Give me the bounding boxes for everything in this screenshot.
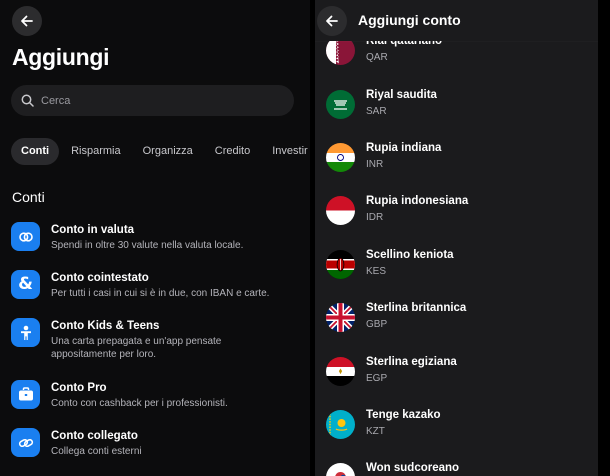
india-flag-icon (326, 143, 355, 172)
kenya-flag-icon (326, 250, 355, 279)
currency-code: GBP (366, 319, 388, 330)
currency-code: KES (366, 266, 387, 277)
currency-item-kzt[interactable]: Tenge kazako KZT (326, 408, 586, 439)
account-option-pro[interactable]: Conto Pro Conto con cashback per i profe… (11, 380, 301, 410)
currency-name: Sterlina britannica (366, 302, 467, 314)
saudi-arabia-flag-icon (326, 90, 355, 119)
account-title: Conto cointestato (51, 272, 149, 284)
currency-item-idr[interactable]: Rupia indonesiana IDR (326, 194, 586, 225)
link-icon (11, 428, 40, 457)
arrow-left-icon (326, 15, 338, 27)
currency-item-inr[interactable]: Rupia indiana INR (326, 141, 586, 172)
tab-conti[interactable]: Conti (11, 138, 60, 165)
back-button[interactable] (12, 6, 42, 36)
page-title: Aggiungi (12, 44, 110, 70)
uk-flag-icon (326, 303, 355, 332)
currency-code: EGP (366, 373, 388, 384)
currency-name: Scellino keniota (366, 249, 454, 261)
account-subtitle: Collega conti esterni (51, 446, 142, 457)
currency-code: INR (366, 159, 384, 170)
back-button[interactable] (317, 6, 347, 36)
currency-code: IDR (366, 212, 384, 223)
arrow-left-icon (21, 15, 33, 27)
account-subtitle: Spendi in oltre 30 valute nella valuta l… (51, 240, 244, 251)
currency-name: Tenge kazako (366, 409, 441, 421)
child-icon (11, 318, 40, 347)
search-input[interactable] (41, 94, 271, 107)
window-edge (598, 0, 610, 476)
account-subtitle: Una carta prepagata e un'app pensate app… (51, 336, 222, 360)
section-title: Conti (12, 189, 45, 205)
sheet-header: Aggiungi conto (315, 0, 598, 41)
account-option-joint[interactable]: & Conto cointestato Per tutti i casi in … (11, 270, 301, 300)
search-bar[interactable] (11, 85, 294, 116)
currency-name: Rupia indonesiana (366, 195, 469, 207)
currency-item-krw[interactable]: Won sudcoreano (326, 461, 586, 476)
search-icon (21, 94, 34, 107)
currency-name: Riyal saudita (366, 89, 437, 101)
tab-investimenti[interactable]: Investir (262, 138, 310, 165)
account-title: Conto in valuta (51, 224, 135, 236)
account-title: Conto collegato (51, 430, 138, 442)
account-option-kids[interactable]: Conto Kids & Teens Una carta prepagata e… (11, 318, 301, 361)
briefcase-icon (11, 380, 40, 409)
add-screen: Aggiungi Conti Risparmia Organizza Credi… (0, 0, 310, 476)
account-option-linked[interactable]: Conto collegato Collega conti esterni (11, 428, 301, 458)
currency-code: SAR (366, 106, 387, 117)
currency-code: QAR (366, 52, 388, 63)
ampersand-icon: & (11, 270, 40, 299)
add-account-sheet: Aggiungi conto Rial qatariano QAR Riyal … (315, 0, 598, 476)
sheet-title: Aggiungi conto (358, 12, 461, 28)
currency-code: KZT (366, 426, 385, 437)
currency-item-sar[interactable]: Riyal saudita SAR (326, 88, 586, 119)
account-title: Conto Kids & Teens (51, 320, 160, 332)
kazakhstan-flag-icon (326, 410, 355, 439)
account-subtitle: Per tutti i casi in cui si è in due, con… (51, 288, 270, 299)
egypt-flag-icon (326, 357, 355, 386)
tab-organizza[interactable]: Organizza (133, 138, 203, 165)
currency-name: Sterlina egiziana (366, 356, 457, 368)
currency-exchange-icon (11, 222, 40, 251)
currency-name: Rupia indiana (366, 142, 442, 154)
south-korea-flag-icon (326, 463, 355, 476)
currency-item-egp[interactable]: Sterlina egiziana EGP (326, 355, 586, 386)
currency-name: Won sudcoreano (366, 462, 460, 474)
currency-item-gbp[interactable]: Sterlina britannica GBP (326, 301, 586, 332)
currency-item-kes[interactable]: Scellino keniota KES (326, 248, 586, 279)
account-subtitle: Conto con cashback per i professionisti. (51, 398, 228, 409)
account-title: Conto Pro (51, 382, 107, 394)
category-tabs: Conti Risparmia Organizza Credito Invest… (11, 138, 310, 165)
tab-risparmia[interactable]: Risparmia (61, 138, 131, 165)
tab-credito[interactable]: Credito (205, 138, 260, 165)
account-option-currency[interactable]: Conto in valuta Spendi in oltre 30 valut… (11, 222, 301, 252)
indonesia-flag-icon (326, 196, 355, 225)
